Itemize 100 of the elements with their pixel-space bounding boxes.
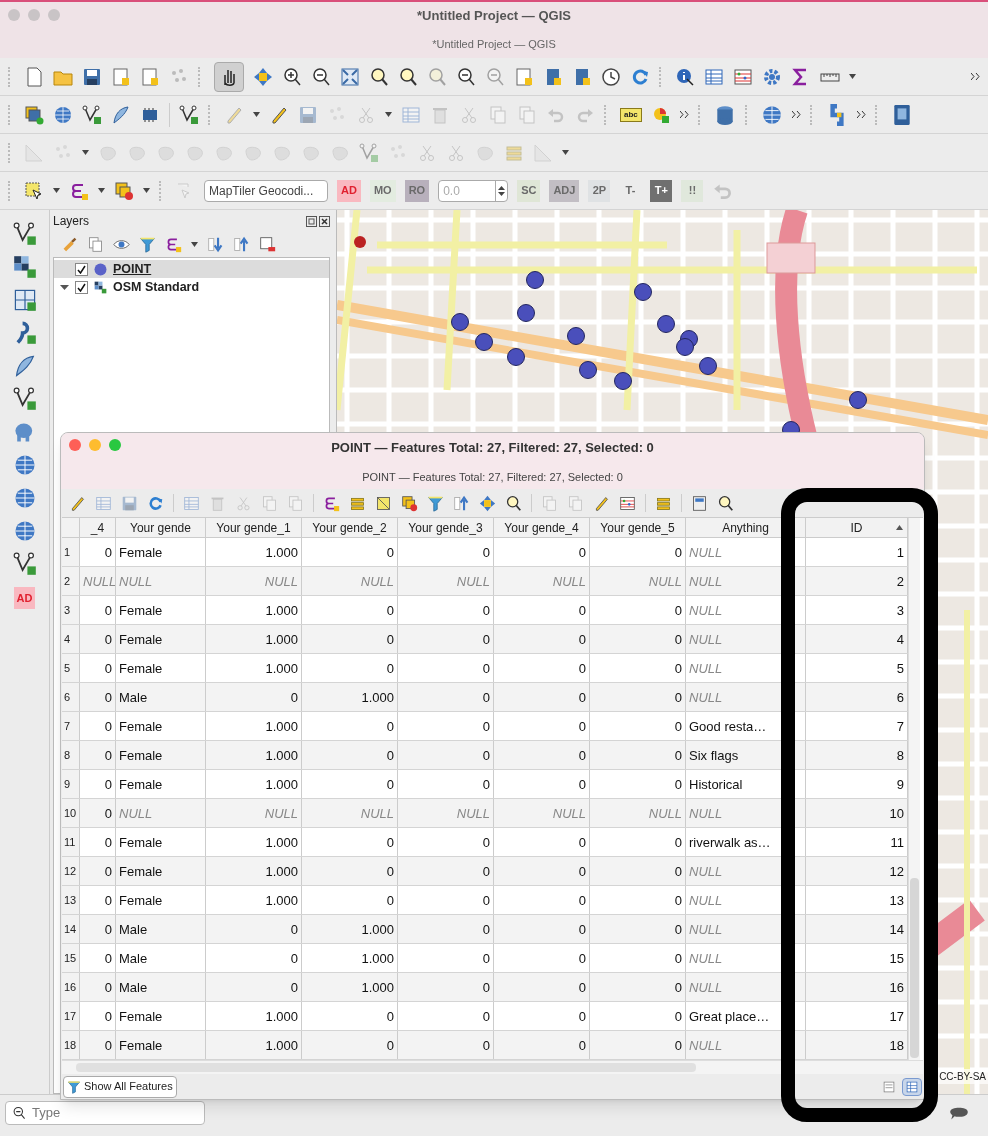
- dropdown-caret-icon[interactable]: [849, 74, 856, 79]
- row-number[interactable]: 3: [62, 596, 80, 624]
- layer-item[interactable]: OSM Standard: [54, 278, 329, 296]
- deselect-icon[interactable]: [401, 494, 418, 512]
- add-layer-icon[interactable]: [24, 104, 44, 125]
- row-number[interactable]: 5: [62, 654, 80, 682]
- table-view-button[interactable]: [902, 1077, 922, 1096]
- row-number[interactable]: 9: [62, 770, 80, 798]
- point-marker[interactable]: [567, 327, 585, 345]
- row-number[interactable]: 14: [62, 915, 80, 943]
- new-field-icon[interactable]: [593, 494, 610, 512]
- field-calculator-icon[interactable]: [619, 494, 636, 512]
- dropdown-caret-icon[interactable]: [98, 188, 105, 193]
- zoom-to-selection-icon[interactable]: [505, 494, 522, 512]
- deselect-icon[interactable]: [114, 180, 134, 201]
- web-globe-icon[interactable]: [760, 103, 783, 126]
- add-virtual-layer-icon[interactable]: [12, 387, 37, 411]
- column-header[interactable]: _4: [80, 518, 116, 537]
- zoom-layer-icon[interactable]: [398, 66, 418, 87]
- print-layout-icon[interactable]: [111, 66, 131, 87]
- zoom-full-icon[interactable]: [340, 66, 360, 87]
- row-number[interactable]: 17: [62, 1002, 80, 1030]
- row-number[interactable]: 8: [62, 741, 80, 769]
- locator-search-field[interactable]: Type: [5, 1100, 205, 1125]
- dropdown-caret-icon[interactable]: [82, 150, 89, 155]
- add-vertex-layer-icon[interactable]: [12, 552, 37, 576]
- filter-icon[interactable]: [427, 494, 444, 512]
- add-group-icon[interactable]: [87, 235, 104, 253]
- dropdown-caret-icon[interactable]: [53, 188, 60, 193]
- add-vector-layer-icon[interactable]: [12, 222, 37, 246]
- point-marker[interactable]: [699, 357, 717, 375]
- float-panel-icon[interactable]: [306, 215, 317, 227]
- layer-checkbox[interactable]: [75, 262, 88, 276]
- dock-icon[interactable]: [691, 494, 708, 512]
- new-vertex-layer-icon[interactable]: [82, 104, 102, 125]
- point-marker[interactable]: [849, 391, 867, 409]
- remove-layer-icon[interactable]: [259, 235, 276, 253]
- point-marker[interactable]: [517, 304, 535, 322]
- zoom-in-icon[interactable]: [282, 66, 302, 87]
- add-raster-layer-icon[interactable]: [12, 255, 37, 279]
- attribute-table-icon[interactable]: [704, 66, 724, 87]
- column-header[interactable]: Your gende_5: [590, 518, 686, 537]
- select-features-icon[interactable]: [24, 180, 44, 201]
- layout-manager-icon[interactable]: [140, 66, 160, 87]
- column-header[interactable]: Your gende_1: [206, 518, 302, 537]
- style-brush-icon[interactable]: [61, 235, 78, 253]
- vertex-layer-icon[interactable]: [179, 104, 199, 125]
- identify-icon[interactable]: [675, 66, 695, 87]
- invert-selection-icon[interactable]: [375, 494, 392, 512]
- add-mesh-layer-icon[interactable]: [12, 288, 37, 312]
- label-tool-button[interactable]: abc: [620, 107, 642, 122]
- add-wms-layer-icon[interactable]: [12, 453, 37, 477]
- dropdown-caret-icon[interactable]: [143, 188, 150, 193]
- collapse-arrow-icon[interactable]: [60, 282, 69, 292]
- column-header[interactable]: Your gende: [116, 518, 206, 537]
- row-number[interactable]: 7: [62, 712, 80, 740]
- filter-legend-icon[interactable]: [139, 235, 156, 253]
- row-number[interactable]: 11: [62, 828, 80, 856]
- vertical-scrollbar[interactable]: [908, 518, 920, 1060]
- settings-icon[interactable]: [762, 66, 782, 87]
- point-marker[interactable]: [451, 313, 469, 331]
- point-marker[interactable]: [579, 361, 597, 379]
- column-header[interactable]: Your gende_2: [302, 518, 398, 537]
- horizontal-scrollbar[interactable]: [62, 1060, 923, 1074]
- dropdown-caret-icon[interactable]: [562, 150, 569, 155]
- row-number[interactable]: 2: [62, 567, 80, 595]
- move-selection-top-icon[interactable]: [453, 494, 470, 512]
- save-icon[interactable]: [82, 66, 102, 87]
- point-marker[interactable]: [634, 283, 652, 301]
- toggle-editing-icon[interactable]: [69, 494, 86, 512]
- more-chevron-icon[interactable]: [791, 110, 801, 119]
- add-wcs-layer-icon[interactable]: [12, 519, 37, 543]
- point-marker[interactable]: [475, 333, 493, 351]
- field-calculator-icon[interactable]: [733, 66, 753, 87]
- close-window-button[interactable]: [69, 439, 81, 451]
- point-marker[interactable]: [614, 372, 632, 390]
- more-chevron-icon[interactable]: [679, 110, 689, 119]
- row-number[interactable]: 18: [62, 1031, 80, 1059]
- row-number[interactable]: 13: [62, 886, 80, 914]
- show-all-features-button[interactable]: Show All Features: [63, 1075, 177, 1098]
- row-number[interactable]: 12: [62, 857, 80, 885]
- column-header[interactable]: Your gende_3: [398, 518, 494, 537]
- more-chevron-icon[interactable]: [971, 72, 980, 81]
- more-chevron-icon[interactable]: [856, 110, 866, 119]
- refresh-icon[interactable]: [630, 66, 650, 87]
- row-number[interactable]: 16: [62, 973, 80, 1001]
- row-number[interactable]: 6: [62, 683, 80, 711]
- point-marker[interactable]: [657, 315, 675, 333]
- pan-tool-button[interactable]: [214, 61, 244, 92]
- collapse-all-icon[interactable]: [233, 235, 250, 253]
- zoom-last-icon[interactable]: [456, 66, 476, 87]
- new-feather-icon[interactable]: [111, 104, 131, 125]
- move-arrows-icon[interactable]: [253, 66, 273, 87]
- column-header[interactable]: Your gende_4: [494, 518, 590, 537]
- layer-checkbox[interactable]: [75, 280, 88, 294]
- new-layer-icon[interactable]: [53, 104, 73, 125]
- close-panel-icon[interactable]: [319, 215, 330, 227]
- row-number[interactable]: 15: [62, 944, 80, 972]
- column-header[interactable]: Anything: [686, 518, 806, 537]
- zoom-selection-icon[interactable]: [369, 66, 389, 87]
